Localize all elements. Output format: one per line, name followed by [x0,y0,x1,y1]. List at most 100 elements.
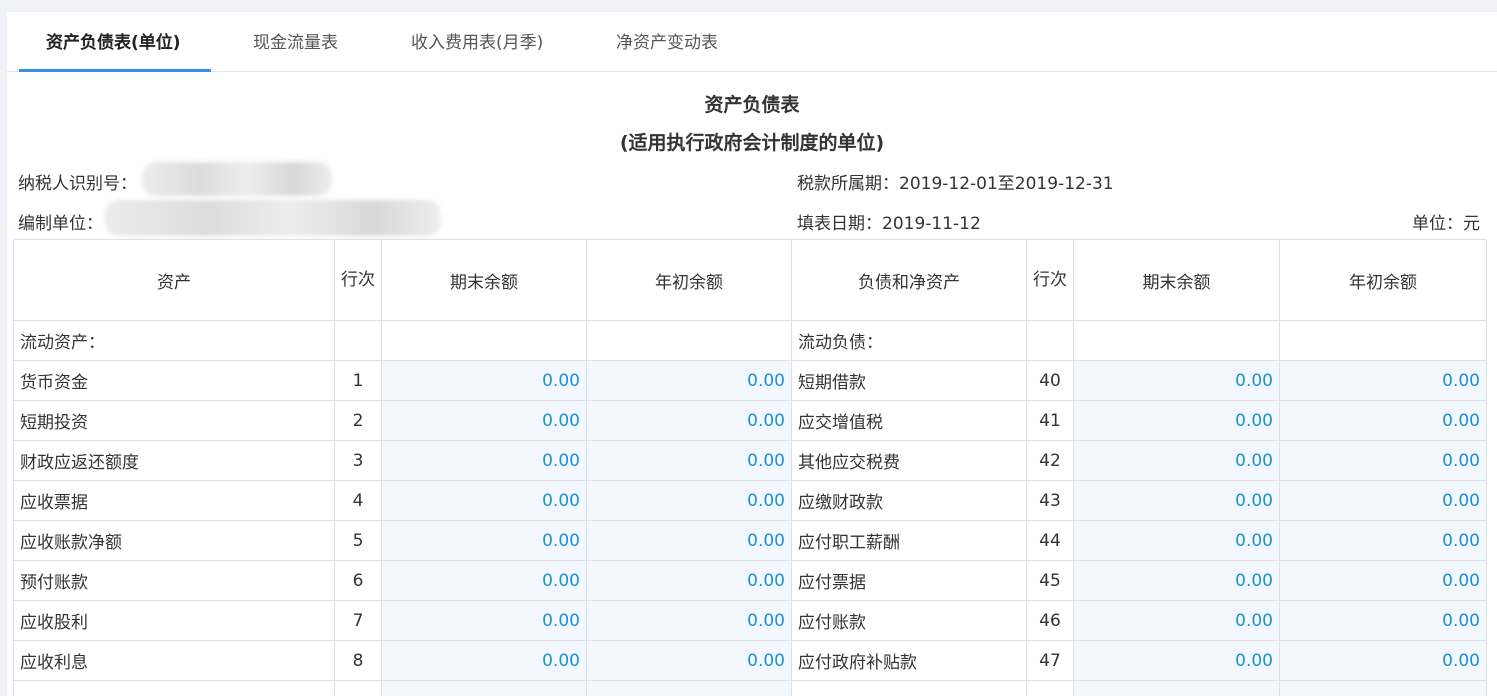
right-item-label: 其他应交税费 [791,440,1027,481]
right-row-number: 41 [1026,400,1074,441]
left-begin-balance-cell[interactable]: 0.00 [586,600,792,641]
table-row: 应收利息 8 0.00 0.00 应付政府补贴款 47 0.00 0.00 [13,640,1487,681]
org-label: 编制单位： [18,214,103,234]
table-row: 货币资金 1 0.00 0.00 短期借款 40 0.00 0.00 [13,360,1487,401]
left-item-label: 预付账款 [13,560,335,601]
table-row: 短期投资 2 0.00 0.00 应交增值税 41 0.00 0.00 [13,400,1487,441]
tab-balance-sheet[interactable]: 资产负债表(单位) [46,12,181,71]
table-row: 预付账款 6 0.00 0.00 应付票据 45 0.00 0.00 [13,560,1487,601]
section-row: 流动资产： 流动负债： [13,320,1487,361]
left-begin-balance-cell[interactable]: 0.00 [586,440,792,481]
left-end-balance-cell[interactable]: 0.00 [381,560,587,601]
left-end-balance-cell[interactable]: 0.00 [381,640,587,681]
left-row-number: 1 [334,360,382,401]
unit-label: 单位：元 [1412,214,1480,234]
right-begin-balance-cell[interactable]: 0.00 [1279,640,1487,681]
right-row-number: 43 [1026,480,1074,521]
left-end-balance-cell[interactable]: 0.00 [381,480,587,521]
right-item-label: 应付职工薪酬 [791,520,1027,561]
left-item-label: 货币资金 [13,360,335,401]
right-item-label: 应付票据 [791,560,1027,601]
left-row-number: 5 [334,520,382,561]
tab-income-expense[interactable]: 收入费用表(月季) [411,12,543,71]
right-item-label: 应付政府补贴款 [791,640,1027,681]
right-row-number: 47 [1026,640,1074,681]
header-end-balance: 期末余额 [381,239,587,321]
left-begin-balance-cell[interactable]: 0.00 [586,640,792,681]
taxpayer-id-label: 纳税人识别号： [18,174,137,194]
left-row-number: 3 [334,440,382,481]
right-end-balance-cell[interactable]: 0.00 [1073,600,1280,641]
header-begin-balance-right: 年初余额 [1279,239,1487,321]
left-item-label: 财政应返还额度 [13,440,335,481]
right-row-number: 40 [1026,360,1074,401]
left-begin-balance-cell[interactable]: 0.00 [586,360,792,401]
left-row-number: 4 [334,480,382,521]
right-row-number: 45 [1026,560,1074,601]
left-end-balance-cell[interactable]: 0.00 [381,520,587,561]
right-begin-balance-cell[interactable]: 0.00 [1279,360,1487,401]
right-end-balance-cell[interactable]: 0.00 [1073,520,1280,561]
report-tabs: 资产负债表(单位) 现金流量表 收入费用表(月季) 净资产变动表 [7,12,1497,72]
right-item-label: 短期借款 [791,360,1027,401]
section-current-assets: 流动资产： [13,320,335,361]
header-begin-balance: 年初余额 [586,239,792,321]
left-item-label: 应收票据 [13,480,335,521]
header-row-no-right: 行次 [1026,239,1074,321]
balance-sheet-table: 资产 行次 期末余额 年初余额 负债和净资产 行次 期末余额 年初余额 流动资产… [13,239,1487,696]
tax-period: 税款所属期：2019-12-01至2019-12-31 [797,174,1114,194]
right-row-number: 46 [1026,600,1074,641]
report-panel: 资产负债表(单位) 现金流量表 收入费用表(月季) 净资产变动表 资产负债表 (… [7,12,1497,696]
left-end-balance-cell[interactable]: 0.00 [381,600,587,641]
right-begin-balance-cell[interactable]: 0.00 [1279,400,1487,441]
right-end-balance-cell[interactable]: 0.00 [1073,480,1280,521]
left-item-label: 应收账款净额 [13,520,335,561]
section-current-liabilities: 流动负债： [791,320,1027,361]
right-end-balance-cell[interactable]: 0.00 [1073,440,1280,481]
right-item-label: 应付账款 [791,600,1027,641]
right-end-balance-cell[interactable]: 0.00 [1073,400,1280,441]
left-end-balance-cell[interactable]: 0.00 [381,400,587,441]
header-liabilities: 负债和净资产 [791,239,1027,321]
left-begin-balance-cell[interactable]: 0.00 [586,560,792,601]
taxpayer-id-redacted [142,162,332,196]
right-end-balance-cell[interactable]: 0.00 [1073,640,1280,681]
right-begin-balance-cell[interactable]: 0.00 [1279,480,1487,521]
right-end-balance-cell[interactable]: 0.00 [1073,360,1280,401]
org-name-redacted [105,200,441,236]
left-end-balance-cell[interactable]: 0.00 [381,360,587,401]
left-item-label: 短期投资 [13,400,335,441]
table-row: 应收票据 4 0.00 0.00 应缴财政款 43 0.00 0.00 [13,480,1487,521]
left-item-label: 应收利息 [13,640,335,681]
right-begin-balance-cell[interactable]: 0.00 [1279,520,1487,561]
left-row-number: 2 [334,400,382,441]
right-item-label: 应交增值税 [791,400,1027,441]
right-row-number: 42 [1026,440,1074,481]
table-row-partial [13,680,1487,696]
report-title: 资产负债表 [704,94,800,116]
right-end-balance-cell[interactable]: 0.00 [1073,560,1280,601]
tab-net-assets-change[interactable]: 净资产变动表 [616,12,718,71]
left-begin-balance-cell[interactable]: 0.00 [586,480,792,521]
right-begin-balance-cell[interactable]: 0.00 [1279,560,1487,601]
header-row-no: 行次 [334,239,382,321]
table-row: 财政应返还额度 3 0.00 0.00 其他应交税费 42 0.00 0.00 [13,440,1487,481]
table-row: 应收股利 7 0.00 0.00 应付账款 46 0.00 0.00 [13,600,1487,641]
left-item-label: 应收股利 [13,600,335,641]
report-subtitle: (适用执行政府会计制度的单位) [619,132,885,154]
fill-date: 填表日期：2019-11-12 [797,214,981,234]
left-row-number: 7 [334,600,382,641]
header-assets: 资产 [13,239,335,321]
left-row-number: 8 [334,640,382,681]
left-begin-balance-cell[interactable]: 0.00 [586,400,792,441]
left-end-balance-cell[interactable]: 0.00 [381,440,587,481]
right-begin-balance-cell[interactable]: 0.00 [1279,440,1487,481]
tab-cash-flow[interactable]: 现金流量表 [253,12,338,71]
active-tab-indicator [19,69,211,72]
right-begin-balance-cell[interactable]: 0.00 [1279,600,1487,641]
left-begin-balance-cell[interactable]: 0.00 [586,520,792,561]
table-row: 应收账款净额 5 0.00 0.00 应付职工薪酬 44 0.00 0.00 [13,520,1487,561]
table-header-row: 资产 行次 期末余额 年初余额 负债和净资产 行次 期末余额 年初余额 [13,239,1487,321]
right-row-number: 44 [1026,520,1074,561]
left-row-number: 6 [334,560,382,601]
